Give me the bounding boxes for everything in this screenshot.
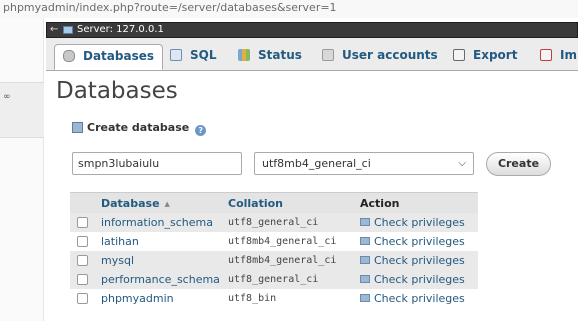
databases-table: Database ▲ Collation Action information_s… bbox=[70, 192, 478, 308]
table-row: phpmyadmin utf8_bin Check privileges bbox=[70, 289, 478, 308]
check-privileges-label: Check privileges bbox=[374, 292, 465, 305]
server-label[interactable]: Server: 127.0.0.1 bbox=[77, 23, 164, 37]
new-database-icon bbox=[72, 122, 83, 133]
collapse-icon[interactable]: ← bbox=[50, 23, 58, 37]
collation-select[interactable]: utf8mb4_general_ci ⌵ bbox=[254, 152, 474, 175]
row-checkbox[interactable] bbox=[77, 274, 88, 285]
navigation-panel: ∞ bbox=[0, 18, 44, 321]
address-bar[interactable]: phpmyadmin/index.php?route=/server/datab… bbox=[0, 0, 578, 18]
server-icon bbox=[63, 26, 73, 34]
row-checkbox[interactable] bbox=[77, 293, 88, 304]
database-name-link[interactable]: information_schema bbox=[101, 213, 213, 232]
check-privileges-label: Check privileges bbox=[374, 235, 465, 248]
create-database-label: Create database bbox=[87, 121, 190, 134]
tab-export[interactable]: Export bbox=[453, 44, 517, 70]
collation-select-value: utf8mb4_general_ci bbox=[262, 157, 371, 170]
export-icon bbox=[453, 49, 465, 61]
check-privileges-link[interactable]: Check privileges bbox=[360, 270, 465, 289]
row-checkbox[interactable] bbox=[77, 255, 88, 266]
tab-import[interactable]: Im bbox=[540, 44, 577, 70]
database-collation: utf8mb4_general_ci bbox=[228, 236, 337, 247]
column-header-action: Action bbox=[360, 197, 400, 210]
page-title: Databases bbox=[56, 78, 178, 104]
column-header-collation[interactable]: Collation bbox=[228, 193, 283, 214]
tab-status[interactable]: Status bbox=[238, 44, 302, 70]
check-privileges-label: Check privileges bbox=[374, 254, 465, 267]
table-row: information_schema utf8_general_ci Check… bbox=[70, 213, 478, 232]
table-row: latihan utf8mb4_general_ci Check privile… bbox=[70, 232, 478, 251]
check-privileges-link[interactable]: Check privileges bbox=[360, 289, 465, 308]
column-header-database[interactable]: Database ▲ bbox=[101, 193, 170, 215]
users-icon bbox=[322, 49, 334, 61]
server-breadcrumb-bar: ← Server: 127.0.0.1 bbox=[46, 22, 578, 38]
check-privileges-label: Check privileges bbox=[374, 216, 465, 229]
row-checkbox[interactable] bbox=[77, 217, 88, 228]
tab-label: Status bbox=[258, 48, 302, 62]
row-checkbox[interactable] bbox=[77, 236, 88, 247]
check-privileges-link[interactable]: Check privileges bbox=[360, 232, 465, 251]
tab-label: SQL bbox=[190, 48, 217, 62]
status-icon bbox=[238, 49, 250, 61]
column-header-label: Database bbox=[101, 197, 160, 210]
tab-label: Export bbox=[473, 48, 518, 62]
tab-sql[interactable]: SQL bbox=[170, 44, 217, 70]
privileges-icon bbox=[360, 294, 370, 302]
database-name-link[interactable]: performance_schema bbox=[101, 270, 220, 289]
privileges-icon bbox=[360, 256, 370, 264]
sql-icon bbox=[170, 49, 182, 61]
privileges-icon bbox=[360, 218, 370, 226]
tab-databases[interactable]: Databases bbox=[54, 44, 164, 70]
database-name-link[interactable]: phpmyadmin bbox=[101, 289, 174, 308]
database-name-input[interactable]: smpn3lubaiulu bbox=[72, 152, 242, 175]
sort-arrow-icon: ▲ bbox=[164, 200, 170, 208]
database-collation: utf8mb4_general_ci bbox=[228, 255, 337, 266]
create-button[interactable]: Create bbox=[486, 152, 551, 176]
chevron-down-icon: ⌵ bbox=[458, 158, 466, 169]
tab-user-accounts[interactable]: User accounts bbox=[322, 44, 438, 70]
check-privileges-link[interactable]: Check privileges bbox=[360, 251, 465, 270]
navigation-tree-block bbox=[0, 82, 44, 138]
privileges-icon bbox=[360, 275, 370, 283]
create-database-heading: Create database? bbox=[72, 121, 207, 136]
database-collation: utf8_general_ci bbox=[228, 217, 319, 228]
tab-label: Databases bbox=[83, 49, 155, 63]
privileges-icon bbox=[360, 237, 370, 245]
check-privileges-link[interactable]: Check privileges bbox=[360, 213, 465, 232]
database-icon bbox=[63, 50, 75, 62]
help-icon[interactable]: ? bbox=[195, 125, 207, 136]
tab-label: User accounts bbox=[342, 48, 438, 62]
database-name-link[interactable]: mysql bbox=[101, 251, 134, 270]
table-header-row: Database ▲ Collation Action bbox=[70, 192, 478, 213]
database-collation: utf8_general_ci bbox=[228, 274, 319, 285]
table-row: mysql utf8mb4_general_ci Check privilege… bbox=[70, 251, 478, 270]
tab-label: Im bbox=[560, 48, 577, 62]
check-privileges-label: Check privileges bbox=[374, 273, 465, 286]
table-row: performance_schema utf8_general_ci Check… bbox=[70, 270, 478, 289]
top-menu-tabs: Databases SQL Status User accounts Expor… bbox=[46, 38, 578, 71]
database-name-link[interactable]: latihan bbox=[101, 232, 139, 251]
database-collation: utf8_bin bbox=[228, 293, 277, 304]
import-icon bbox=[540, 49, 552, 61]
link-icon[interactable]: ∞ bbox=[3, 92, 11, 102]
